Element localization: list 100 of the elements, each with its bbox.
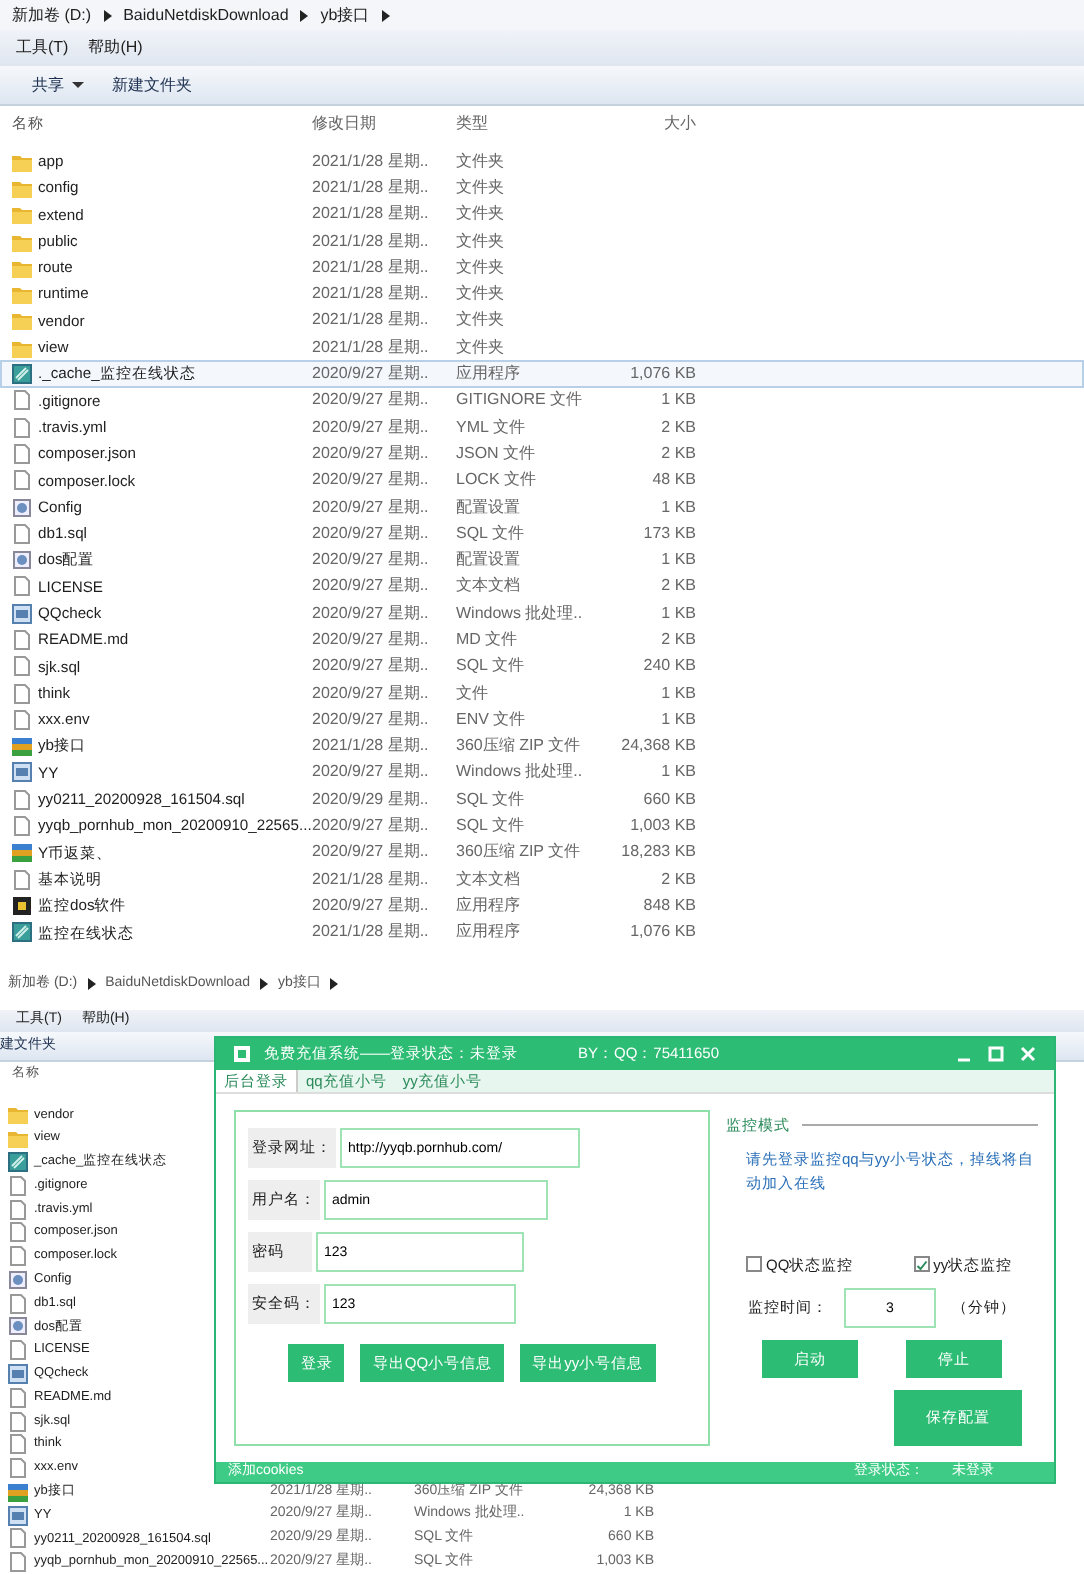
file-date: 2021/1/28 星期.. xyxy=(312,202,431,227)
column-header[interactable]: 类型 xyxy=(456,111,600,135)
chevron-icon[interactable] xyxy=(103,9,112,21)
file-date: 2020/9/27 星期.. xyxy=(312,574,431,599)
file-icon xyxy=(12,683,32,704)
application-icon xyxy=(8,1151,28,1172)
file-date: 2020/9/27 星期.. xyxy=(312,521,431,546)
file-type: SQL 文件 xyxy=(456,814,526,839)
folder-icon xyxy=(12,257,32,278)
file-size: 2 KB xyxy=(659,415,696,440)
archive-icon xyxy=(12,842,32,863)
file-size: 1 KB xyxy=(659,707,696,732)
file-date: 2020/9/27 星期.. xyxy=(312,681,431,706)
file-date: 2021/1/28 星期.. xyxy=(312,255,431,280)
chevron-icon[interactable] xyxy=(260,978,268,990)
file-size: 2 KB xyxy=(659,574,696,599)
file-date: 2021/1/28 星期.. xyxy=(312,920,431,945)
menu-item[interactable]: 帮助(H) xyxy=(80,34,151,62)
file-type: 文件夹 xyxy=(456,175,506,200)
file-type: ENV 文件 xyxy=(456,707,528,732)
file-date: 2020/9/27 星期.. xyxy=(312,441,431,466)
folder-icon xyxy=(12,151,32,172)
folder-icon xyxy=(8,1128,28,1149)
file-size: 1 KB xyxy=(659,760,696,785)
file-icon xyxy=(12,443,32,464)
file-size: 1,076 KB xyxy=(628,362,696,387)
file-size: 1 KB xyxy=(659,495,696,519)
toolbar-button[interactable]: 共享 xyxy=(32,73,84,97)
file-icon xyxy=(8,1528,28,1549)
file-size: 1 KB xyxy=(659,548,696,573)
file-size: 1,076 KB xyxy=(628,920,696,945)
file-date: 2020/9/27 星期.. xyxy=(312,840,431,865)
file-date: 2021/1/28 星期.. xyxy=(312,229,431,254)
file-size: 1,003 KB xyxy=(628,814,696,839)
file-size: 1 KB xyxy=(659,681,696,706)
settings-file-icon xyxy=(12,497,32,517)
file-type: YML 文件 xyxy=(456,415,527,440)
file-size: 2 KB xyxy=(659,441,696,466)
file-date: 2020/9/27 星期.. xyxy=(312,814,431,839)
file-type: Windows 批处理.. xyxy=(456,760,585,785)
breadcrumb-item[interactable]: BaiduNetdiskDownload xyxy=(123,3,289,27)
file-icon xyxy=(8,1222,28,1243)
archive-icon xyxy=(8,1481,28,1502)
file-size: 1 KB xyxy=(659,388,696,413)
archive-icon xyxy=(12,736,32,757)
file-date: 2020/9/27 星期.. xyxy=(312,548,431,573)
file-date: 2020/9/27 星期.. xyxy=(312,760,431,785)
file-icon xyxy=(12,789,32,810)
file-date: 2021/1/28 星期.. xyxy=(312,734,431,759)
checkbox[interactable] xyxy=(746,1256,762,1273)
file-icon xyxy=(8,1387,28,1408)
file-date: 2020/9/27 星期.. xyxy=(312,415,431,440)
breadcrumb-item[interactable]: yb接口 xyxy=(320,3,370,27)
breadcrumb-item[interactable]: 新加卷 (D:) xyxy=(12,3,92,27)
file-type: SQL 文件 xyxy=(456,787,526,812)
file-size: 24,368 KB xyxy=(619,734,696,759)
chevron-icon[interactable] xyxy=(330,978,339,990)
column-header[interactable]: 大小 xyxy=(600,111,696,135)
file-icon xyxy=(8,1246,28,1267)
file-size: 173 KB xyxy=(641,521,696,546)
file-icon xyxy=(8,1293,28,1314)
file-size: 48 KB xyxy=(650,468,696,493)
file-type: 文件夹 xyxy=(456,255,506,280)
file-date: 2020/9/27 星期.. xyxy=(312,495,431,519)
toolbar-button[interactable]: 新建文件夹 xyxy=(112,73,192,97)
file-date: 2020/9/27 星期.. xyxy=(312,601,431,626)
file-type: 文件夹 xyxy=(456,229,506,254)
file-size: 848 KB xyxy=(641,893,696,918)
file-size: 18,283 KB xyxy=(619,840,696,865)
file-type: 应用程序 xyxy=(456,362,522,387)
file-type: Windows 批处理.. xyxy=(456,601,585,626)
file-size: 2 KB xyxy=(659,867,696,892)
chevron-icon[interactable] xyxy=(381,9,390,21)
file-type: 应用程序 xyxy=(456,893,522,918)
file-type: 应用程序 xyxy=(456,920,522,945)
file-size: 660 KB xyxy=(641,787,696,812)
chevron-icon[interactable] xyxy=(87,978,96,990)
file-type: SQL 文件 xyxy=(456,521,526,546)
file-icon xyxy=(12,816,32,837)
file-type: 文件夹 xyxy=(456,149,506,174)
file-type: 配置设置 xyxy=(456,495,522,519)
settings-file-icon xyxy=(8,1316,28,1337)
file-size: 1 KB xyxy=(659,601,696,626)
file-date: 2020/9/27 星期.. xyxy=(312,707,431,732)
file-date: 2020/9/27 星期.. xyxy=(312,468,431,493)
file-date: 2021/1/28 星期.. xyxy=(312,867,431,892)
caret-icon xyxy=(72,82,84,88)
file-date: 2021/1/28 星期.. xyxy=(312,335,431,360)
file-date: 2020/9/29 星期.. xyxy=(312,787,431,812)
file-date: 2020/9/27 星期.. xyxy=(312,388,431,413)
file-icon xyxy=(8,1199,28,1220)
checkbox[interactable] xyxy=(913,1256,930,1273)
file-type: 文本文档 xyxy=(456,867,522,892)
app-logo-icon xyxy=(232,1043,252,1064)
menu-item[interactable]: 工具(T) xyxy=(8,34,77,62)
column-header[interactable]: 修改日期 xyxy=(312,111,456,135)
file-icon xyxy=(8,1411,28,1432)
chevron-icon[interactable] xyxy=(300,9,309,21)
file-icon xyxy=(8,1175,28,1196)
file-type: 文件 xyxy=(456,681,490,706)
